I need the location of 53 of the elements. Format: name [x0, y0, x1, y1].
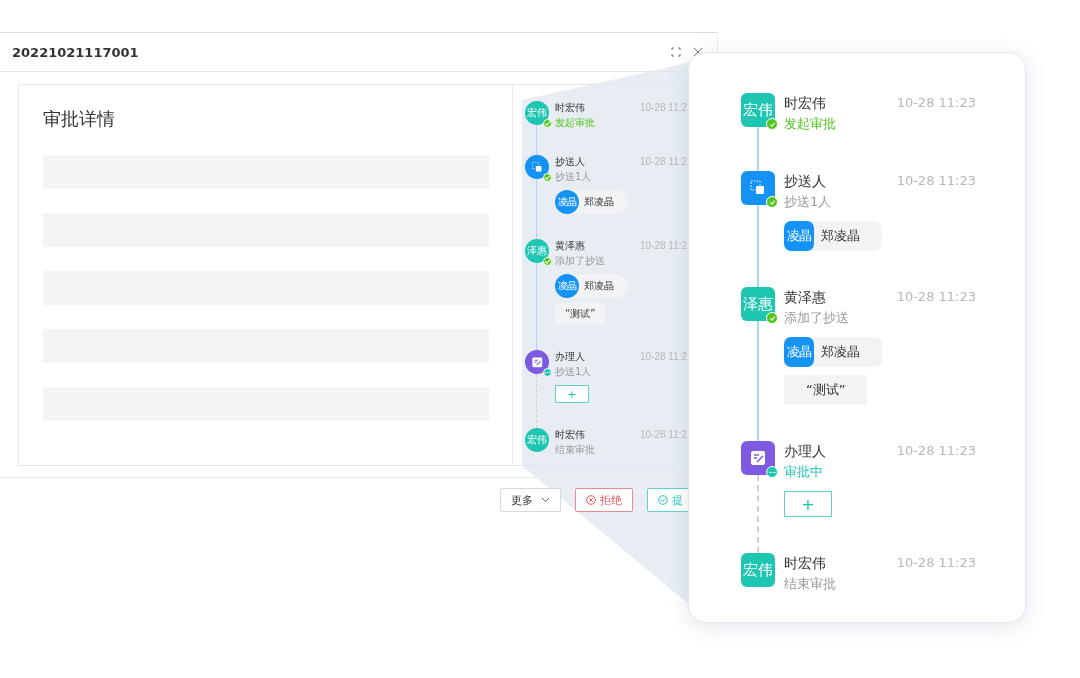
avatar: 凌晶: [784, 337, 814, 367]
fullscreen-icon[interactable]: [671, 47, 681, 57]
step-name: 黄泽惠: [555, 238, 586, 253]
step-time: 10-28 11:23: [896, 94, 976, 112]
step-status: 抄送1人: [784, 193, 833, 211]
person-name: 郑凌晶: [584, 194, 614, 209]
step-status: 结束审批: [784, 575, 837, 593]
more-button[interactable]: 更多: [500, 488, 561, 512]
step-time: 10-28 11:23: [896, 288, 976, 306]
step-time: 10-28 11:23: [896, 172, 976, 190]
step-name: 时宏伟: [555, 101, 586, 115]
copy-icon: [530, 160, 544, 174]
avatar: 泽惠: [741, 287, 775, 321]
step-status: 结束审批: [555, 443, 597, 458]
comment-text: “测试”: [784, 375, 868, 405]
window-title: 20221021117001: [12, 44, 139, 60]
person-name: 郑凌晶: [821, 343, 860, 361]
step-status: 发起审批: [784, 115, 837, 133]
x-circle-icon: [586, 495, 596, 505]
step-time: 10-28 11:23: [896, 554, 976, 572]
edit-icon: [749, 449, 767, 467]
check-badge-icon: [766, 196, 778, 208]
add-button[interactable]: +: [784, 491, 832, 517]
copy-icon: [749, 179, 767, 197]
step-name: 抄送人: [555, 155, 586, 170]
step-name: 黄泽惠: [784, 288, 826, 307]
step-status: 抄送1人: [555, 365, 593, 380]
step-time: 10-28 11:23: [896, 442, 976, 460]
step-name: 时宏伟: [784, 94, 826, 113]
reject-button[interactable]: 拒绝: [575, 488, 633, 512]
step-status: 审批中: [784, 463, 824, 481]
section-title: 审批详情: [43, 107, 116, 131]
edit-icon: [530, 355, 544, 369]
avatar: 宏伟: [741, 93, 775, 127]
step-name: 办理人: [555, 350, 586, 365]
person-name: 郑凌晶: [584, 278, 614, 293]
step-status: 添加了抄送: [784, 309, 850, 327]
step-name: 办理人: [784, 442, 826, 461]
step-name: 抄送人: [784, 172, 826, 191]
step-status: 抄送1人: [555, 170, 593, 185]
avatar: 凌晶: [784, 221, 814, 251]
caret-icon: [541, 497, 550, 503]
step-name: 时宏伟: [555, 428, 586, 443]
step-status: 添加了抄送: [555, 253, 607, 268]
comment-text: “测试”: [555, 303, 606, 326]
person-name: 郑凌晶: [821, 227, 860, 245]
avatar: 宏伟: [741, 553, 775, 587]
check-badge-icon: [766, 312, 778, 324]
step-status: 发起审批: [555, 116, 597, 130]
step-name: 时宏伟: [784, 554, 826, 573]
more-badge-icon: [766, 466, 778, 478]
check-circle-icon: [658, 495, 668, 505]
check-badge-icon: [766, 118, 778, 130]
